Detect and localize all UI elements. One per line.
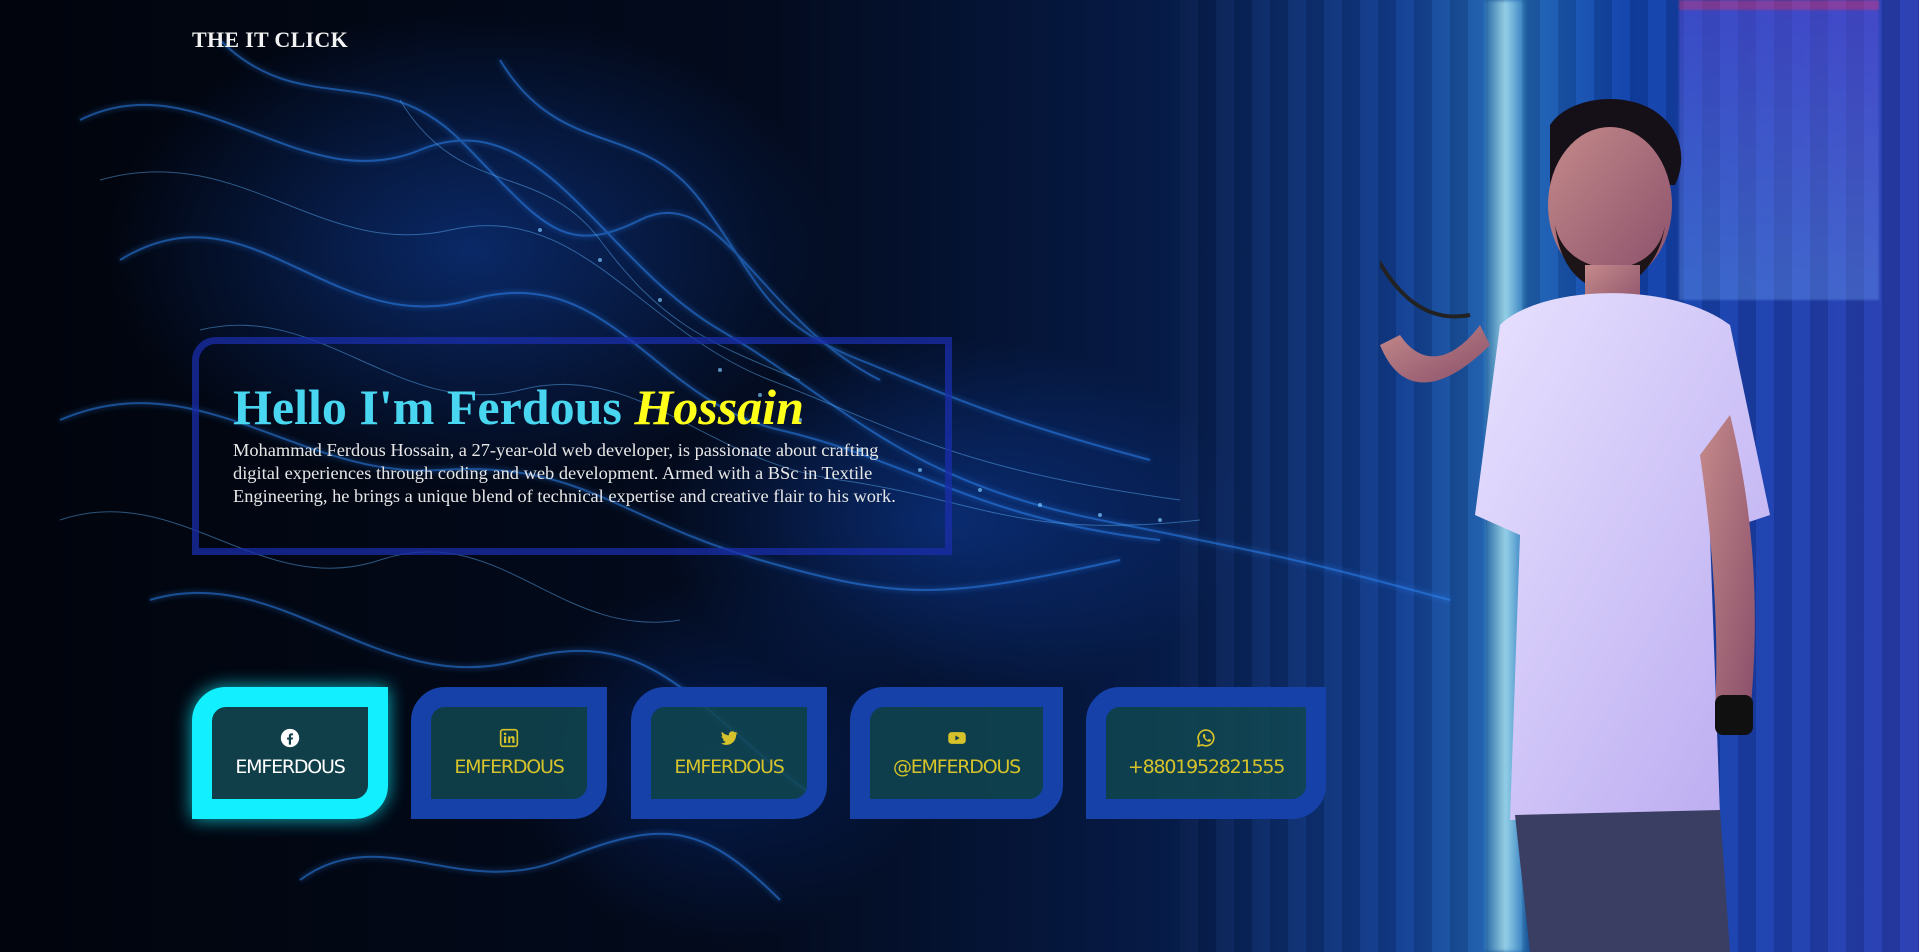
facebook-icon (280, 728, 300, 748)
twitter-link-button[interactable]: EMFERDOUS (631, 687, 827, 819)
intro-title-main: Hello I'm Ferdous (233, 379, 635, 435)
intro-card: Hello I'm Ferdous Hossain Mohammad Ferdo… (192, 337, 952, 555)
social-label: EMFERDOUS (674, 756, 785, 778)
intro-title: Hello I'm Ferdous Hossain (233, 382, 915, 432)
brand-logo[interactable]: THE IT CLICK (192, 27, 348, 53)
youtube-icon (947, 732, 966, 744)
facebook-link-button[interactable]: EMFERDOUS (192, 687, 388, 819)
social-label: @EMFERDOUS (892, 756, 1021, 778)
intro-title-highlight: Hossain (634, 379, 804, 435)
intro-description: Mohammad Ferdous Hossain, a 27-year-old … (233, 440, 896, 506)
twitter-icon (721, 731, 738, 745)
social-label: EMFERDOUS (235, 756, 346, 778)
youtube-link-button[interactable]: @EMFERDOUS (850, 687, 1063, 819)
whatsapp-link-button[interactable]: +8801952821555 (1086, 687, 1326, 819)
linkedin-link-button[interactable]: EMFERDOUS (411, 687, 607, 819)
social-label: EMFERDOUS (454, 756, 565, 778)
social-label: +8801952821555 (1127, 756, 1285, 778)
linkedin-icon (499, 728, 519, 748)
profile-photo (1380, 98, 1770, 952)
whatsapp-icon (1196, 729, 1215, 748)
